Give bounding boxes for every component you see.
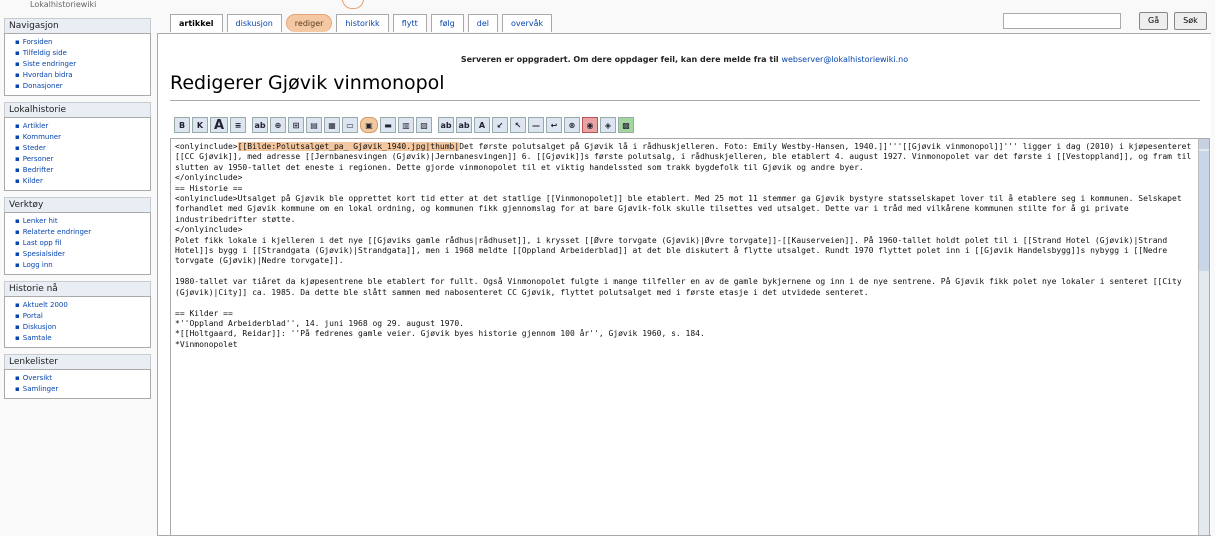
sidebar-item[interactable]: Steder	[15, 143, 146, 154]
sidebar-list: ArtiklerKommunerStederPersonerBedrifterK…	[4, 117, 151, 191]
logo[interactable]: Lokalhistoriewiki	[0, 0, 155, 18]
scroll-thumb[interactable]	[1199, 151, 1209, 271]
toolbar-button-24-icon[interactable]: ▩	[618, 117, 634, 133]
go-button[interactable]: Gå	[1139, 12, 1169, 30]
editor-scrollbar[interactable]	[1198, 139, 1209, 535]
search-input[interactable]	[1003, 13, 1121, 29]
sidebar-section: Historie nåAktuelt 2000PortalDiskusjonSa…	[4, 281, 151, 348]
toolbar-button-4-icon[interactable]: ab	[252, 117, 268, 133]
tab-1[interactable]: diskusjon	[226, 14, 282, 32]
tab-3[interactable]: historikk	[336, 14, 389, 32]
sidebar-item[interactable]: Portal	[15, 311, 146, 322]
tab-6[interactable]: del	[467, 14, 498, 32]
toolbar-button-22-icon[interactable]: ◉	[582, 117, 598, 133]
tab-7[interactable]: overvåk	[502, 14, 553, 32]
sidebar-section: LenkelisterOversiktSamlinger	[4, 354, 151, 399]
toolbar-button-20-icon[interactable]: ↩	[546, 117, 562, 133]
sidebar-section: LokalhistorieArtiklerKommunerStederPerso…	[4, 102, 151, 191]
sidebar-item[interactable]: Tilfeldig side	[15, 48, 146, 59]
logo-text: Lokalhistoriewiki	[30, 0, 97, 9]
sidebar-item[interactable]: Last opp fil	[15, 238, 146, 249]
toolbar-button-7-icon[interactable]: ▤	[306, 117, 322, 133]
search-button[interactable]: Søk	[1174, 12, 1207, 30]
toolbar-button-14-icon[interactable]: ab	[438, 117, 454, 133]
toolbar-button-12-icon[interactable]: ▥	[398, 117, 414, 133]
sidebar-item[interactable]: Siste endringer	[15, 59, 146, 70]
sidebar-item[interactable]: Samtale	[15, 333, 146, 344]
toolbar-button-0-icon[interactable]: B	[174, 117, 190, 133]
toolbar-button-9-icon[interactable]: ▭	[342, 117, 358, 133]
sidebar-heading: Historie nå	[4, 281, 151, 296]
toolbar-button-18-icon[interactable]: ↖	[510, 117, 526, 133]
sidebar-heading: Navigasjon	[4, 18, 151, 33]
edit-toolbar: B K A ≡ ab ⊕ ⊞ ▤ ▦ ▭ ▣ ▬ ▥ ▧ ab ab A ↙ ↖ — ↩ ⊗ ◉ ◈ ▩	[174, 117, 634, 133]
scroll-up-arrow[interactable]	[1199, 139, 1209, 149]
sidebar-item[interactable]: Samlinger	[15, 384, 146, 395]
tab-4[interactable]: flytt	[392, 14, 427, 32]
sidebar-item[interactable]: Aktuelt 2000	[15, 300, 146, 311]
editor-post: Det første polutsalget på Gjøvik lå i rå…	[175, 142, 1192, 349]
toolbar-button-11-icon[interactable]: ▬	[380, 117, 396, 133]
editor-text[interactable]: <onlyinclude>[[Bilde:Polutsalget_pa_ Gjø…	[171, 139, 1209, 353]
notice-link[interactable]: webserver@lokalhistoriewiki.no	[781, 55, 908, 64]
toolbar-button-15-icon[interactable]: ab	[456, 117, 472, 133]
sidebar-heading: Verktøy	[4, 197, 151, 212]
tab-bar: artikkel diskusjon rediger historikk flytt fø…	[170, 14, 553, 34]
sidebar-item[interactable]: Kilder	[15, 176, 146, 187]
sidebar-item[interactable]: Spesialsider	[15, 249, 146, 260]
sidebar-item[interactable]: Diskusjon	[15, 322, 146, 333]
sidebar-list: Lenker hitRelaterte endringerLast opp fi…	[4, 212, 151, 275]
sidebar-item[interactable]: Kommuner	[15, 132, 146, 143]
toolbar-button-5-icon[interactable]: ⊕	[270, 117, 286, 133]
toolbar-button-13-icon[interactable]: ▧	[416, 117, 432, 133]
content-area: Serveren er oppgradert. Om dere oppdager…	[157, 33, 1211, 536]
sidebar-section: NavigasjonForsidenTilfeldig sideSiste en…	[4, 18, 151, 96]
sidebar: Lokalhistoriewiki NavigasjonForsidenTilf…	[0, 0, 155, 534]
toolbar-button-19-icon[interactable]: —	[528, 117, 544, 133]
sidebar-list: Aktuelt 2000PortalDiskusjonSamtale	[4, 296, 151, 348]
sidebar-list: ForsidenTilfeldig sideSiste endringerHvo…	[4, 33, 151, 96]
sidebar-item[interactable]: Donasjoner	[15, 81, 146, 92]
toolbar-button-3-icon[interactable]: ≡	[230, 117, 246, 133]
toolbar-button-16-icon[interactable]: A	[474, 117, 490, 133]
sidebar-item[interactable]: Forsiden	[15, 37, 146, 48]
toolbar-button-21-icon[interactable]: ⊗	[564, 117, 580, 133]
sidebar-section: VerktøyLenker hitRelaterte endringerLast…	[4, 197, 151, 275]
toolbar-button-23-icon[interactable]: ◈	[600, 117, 616, 133]
toolbar-button-6-icon[interactable]: ⊞	[288, 117, 304, 133]
sidebar-item[interactable]: Oversikt	[15, 373, 146, 384]
toolbar-button-10-icon[interactable]: ▣	[360, 117, 378, 133]
sidebar-item[interactable]: Logg inn	[15, 260, 146, 271]
site-notice: Serveren er oppgradert. Om dere oppdager…	[158, 55, 1211, 64]
sidebar-item[interactable]: Artikler	[15, 121, 146, 132]
tab-5[interactable]: følg	[430, 14, 464, 32]
pointer-highlight	[342, 0, 364, 9]
sidebar-item[interactable]: Personer	[15, 154, 146, 165]
tab-0[interactable]: artikkel	[170, 14, 223, 32]
sidebar-heading: Lokalhistorie	[4, 102, 151, 117]
tab-2[interactable]: rediger	[285, 14, 333, 32]
toolbar-button-8-icon[interactable]: ▦	[324, 117, 340, 133]
sidebar-list: OversiktSamlinger	[4, 369, 151, 399]
notice-text: Serveren er oppgradert. Om dere oppdager…	[460, 55, 782, 64]
sidebar-item[interactable]: Bedrifter	[15, 165, 146, 176]
toolbar-button-2-icon[interactable]: A	[210, 117, 228, 133]
page-title: Redigerer Gjøvik vinmonopol	[170, 72, 1200, 101]
editor-pre: <onlyinclude>	[175, 142, 238, 151]
toolbar-button-17-icon[interactable]: ↙	[492, 117, 508, 133]
edit-textarea[interactable]: <onlyinclude>[[Bilde:Polutsalget_pa_ Gjø…	[170, 138, 1210, 536]
sidebar-heading: Lenkelister	[4, 354, 151, 369]
search-box: Gå Søk	[1003, 12, 1207, 30]
sidebar-item[interactable]: Relaterte endringer	[15, 227, 146, 238]
sidebar-item[interactable]: Lenker hit	[15, 216, 146, 227]
sidebar-item[interactable]: Hvordan bidra	[15, 70, 146, 81]
editor-highlight: [[Bilde:Polutsalget_pa_ Gjøvik_1940.jpg|…	[237, 142, 460, 151]
toolbar-button-1-icon[interactable]: K	[192, 117, 208, 133]
